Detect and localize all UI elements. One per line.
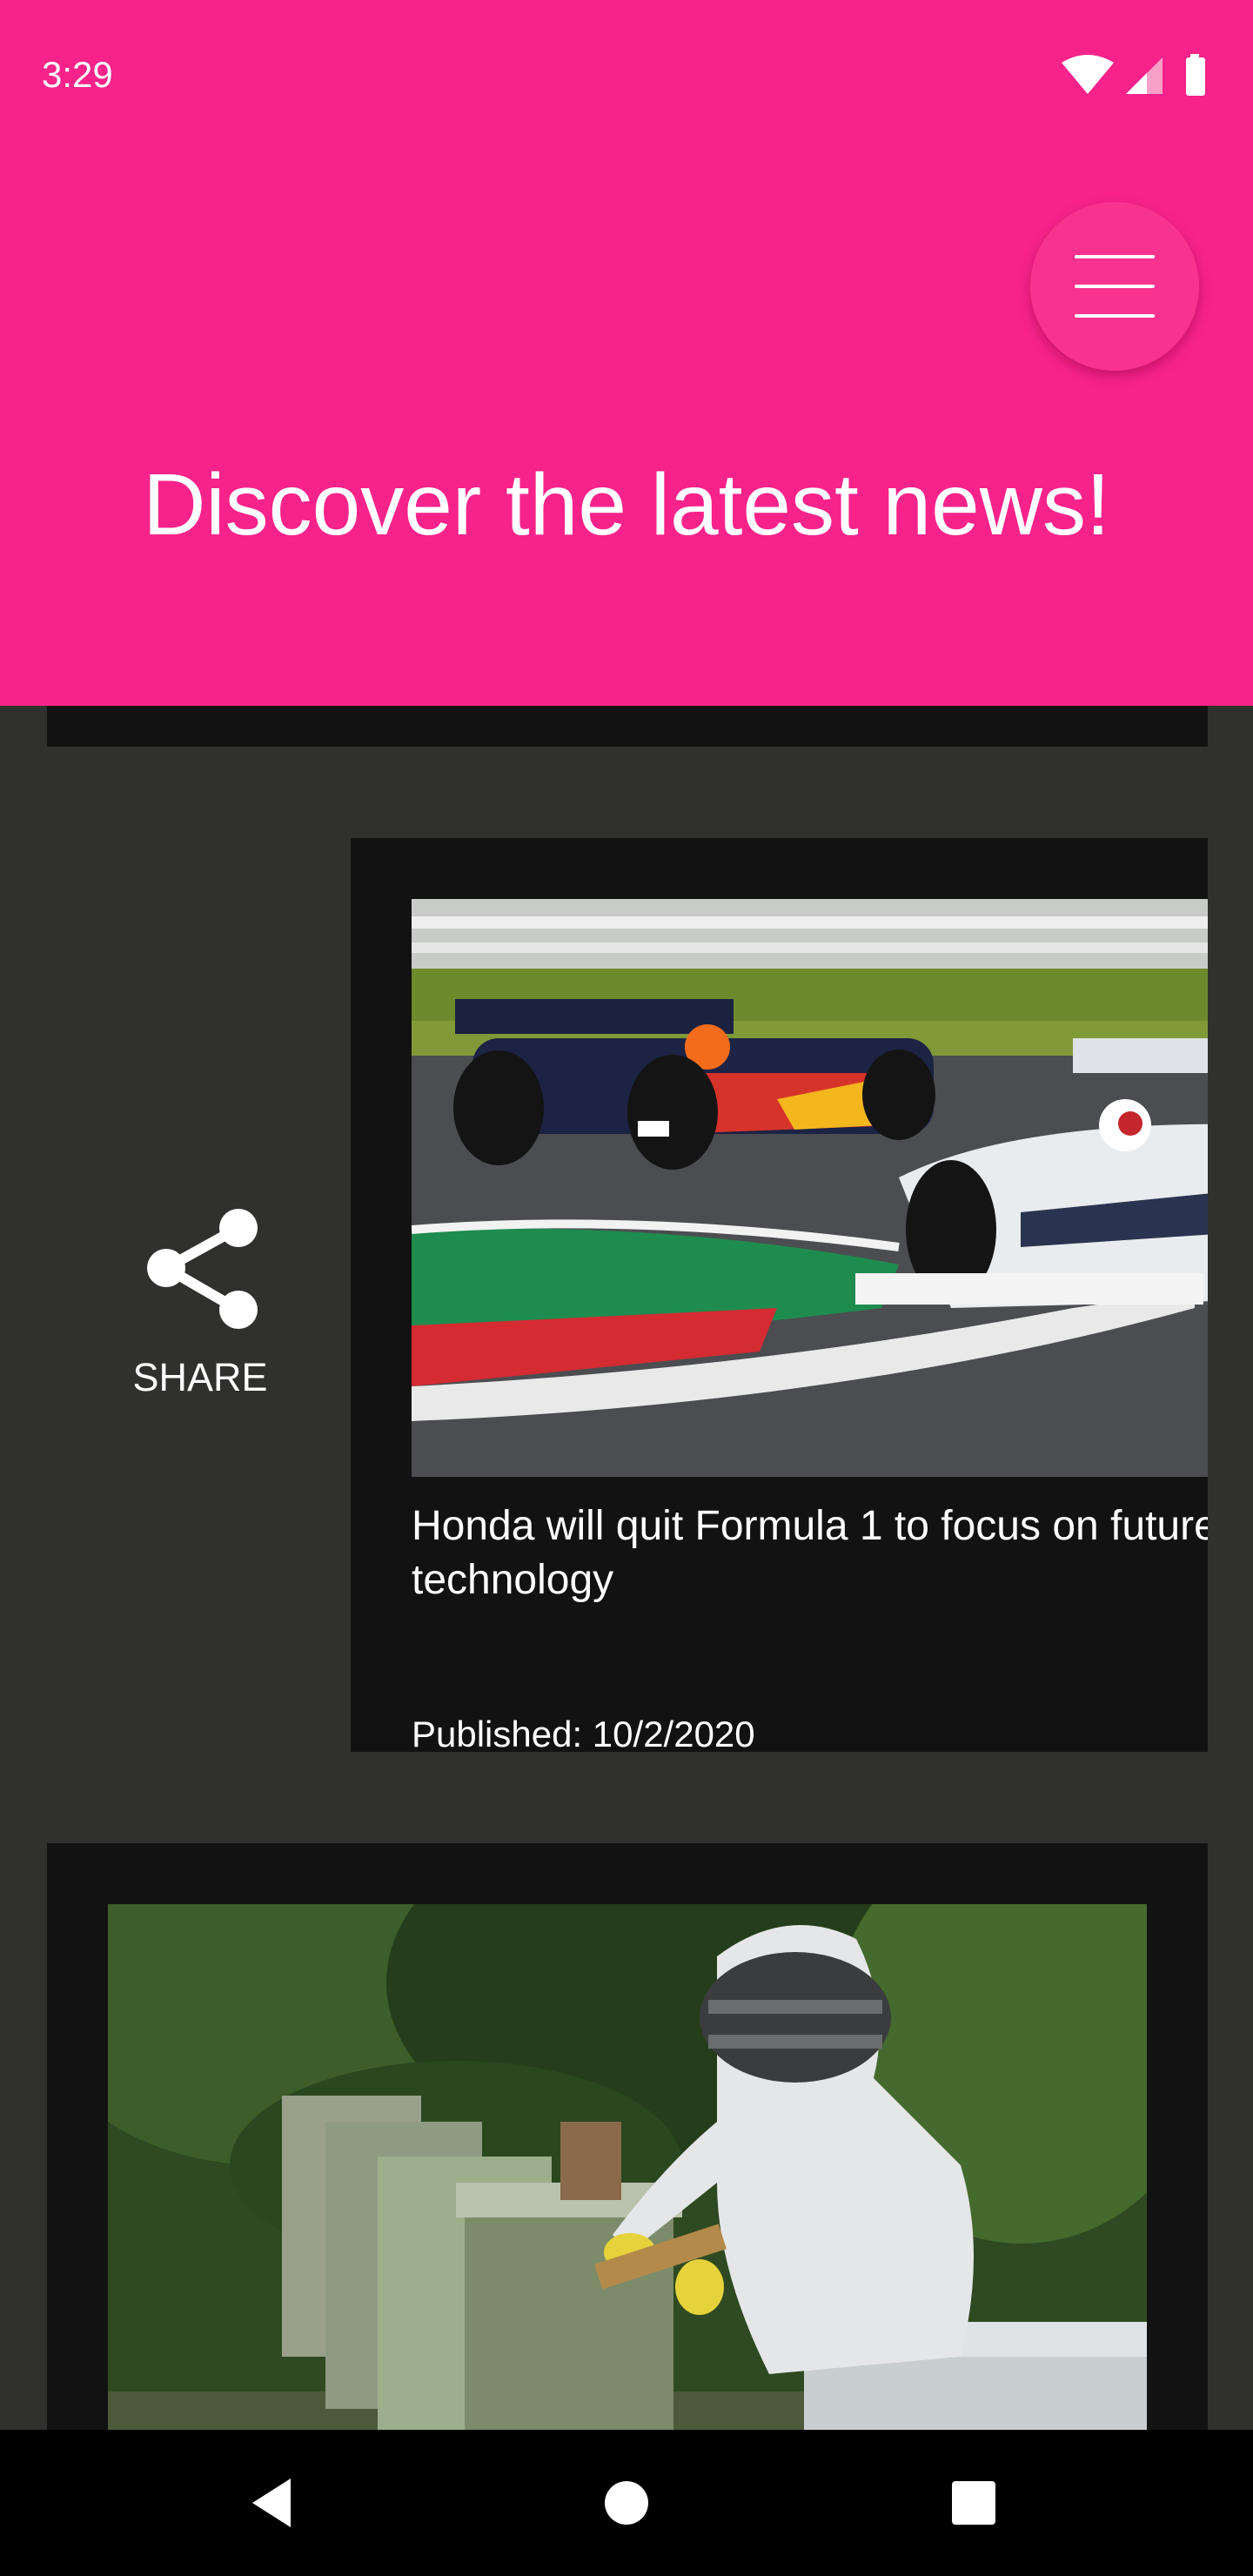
share-icon (147, 1209, 258, 1329)
hamburger-menu-icon (1075, 255, 1155, 318)
system-navigation-bar (0, 2430, 1253, 2576)
battery-icon (1186, 54, 1205, 96)
article-card[interactable]: Honda will quit Formula 1 to focus on fu… (351, 838, 1208, 1752)
back-icon[interactable] (244, 2472, 306, 2534)
news-screen: 3:29 Discover the latest news! SHARE Hon… (0, 0, 1253, 2576)
status-time: 3:29 (42, 54, 113, 95)
recents-icon[interactable] (942, 2472, 1005, 2534)
home-icon[interactable] (595, 2472, 658, 2534)
share-label: SHARE (132, 1355, 268, 1399)
status-icons (1062, 52, 1211, 97)
share-action[interactable]: SHARE (113, 1199, 287, 1408)
article-title: Honda will quit Formula 1 to focus on fu… (412, 1503, 1208, 1603)
previous-card-edge (47, 706, 1208, 747)
cell-signal-icon (1126, 57, 1163, 94)
page-headline: Discover the latest news! (143, 456, 1110, 553)
menu-button[interactable] (1030, 202, 1199, 371)
article-published-date: Published: 10/2/2020 (412, 1714, 755, 1752)
wifi-icon (1062, 55, 1114, 94)
formula-1-race-photo (412, 899, 1208, 1477)
header: 3:29 Discover the latest news! (0, 0, 1253, 706)
